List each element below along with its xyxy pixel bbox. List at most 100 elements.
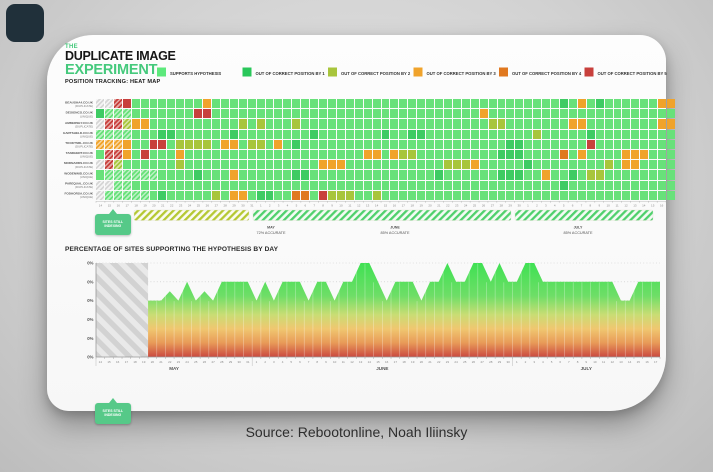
heatmap-cell xyxy=(346,160,354,169)
heatmap-cell xyxy=(444,181,452,190)
heatmap-cell xyxy=(123,99,131,108)
heatmap-cell xyxy=(614,130,622,139)
heatmap-cell xyxy=(141,150,149,159)
heatmap-cell xyxy=(105,160,113,169)
heatmap-cell xyxy=(373,150,381,159)
heatmap-cell xyxy=(364,130,372,139)
heatmap-cell xyxy=(533,99,541,108)
heatmap-cell xyxy=(399,191,407,200)
heatmap-cell xyxy=(257,119,265,128)
heatmap-cell xyxy=(408,99,416,108)
heatmap-cell xyxy=(390,140,398,149)
heatmap-cell xyxy=(667,170,675,179)
chart-day-tick: 20 xyxy=(420,360,424,364)
heatmap-cell xyxy=(614,109,622,118)
heatmap-cell xyxy=(640,191,648,200)
heatmap-cell xyxy=(266,130,274,139)
heatmap-cell xyxy=(480,150,488,159)
heatmap-cell xyxy=(158,170,166,179)
heatmap-cell xyxy=(640,109,648,118)
heatmap-cell xyxy=(355,140,363,149)
heatmap-cell xyxy=(453,160,461,169)
heatmap-cell xyxy=(453,99,461,108)
heatmap-cell xyxy=(292,181,300,190)
heatmap-row-labels: BEAUSHA4.CO.UK(DUPLICATE)DESIGNCO.CO.UK(… xyxy=(55,99,94,201)
heatmap-cell xyxy=(337,130,345,139)
heatmap-cell xyxy=(605,181,613,190)
heatmap-cell xyxy=(230,109,238,118)
row-label-variant: (UNIQUE) xyxy=(80,135,93,139)
heatmap-cell xyxy=(310,191,318,200)
heatmap-cell xyxy=(524,150,532,159)
heatmap-cell xyxy=(194,160,202,169)
heatmap-cell xyxy=(292,150,300,159)
heatmap-cell xyxy=(141,191,149,200)
heatmap-cell xyxy=(631,150,639,159)
chart-day-tick: 14 xyxy=(99,360,103,364)
heatmap-cell xyxy=(212,150,220,159)
heatmap-cell xyxy=(141,99,149,108)
heatmap-cell xyxy=(194,109,202,118)
heatmap-cell xyxy=(417,140,425,149)
heatmap-day-tick: 30 xyxy=(517,204,521,208)
heatmap-cell xyxy=(614,140,622,149)
row-label-variant: (DUPLICATE) xyxy=(75,145,93,149)
chart-day-tick: 4 xyxy=(282,360,284,364)
heatmap-cell xyxy=(221,140,229,149)
heatmap-cell xyxy=(515,109,523,118)
chart-day-tick: 19 xyxy=(411,360,415,364)
heatmap-cell xyxy=(560,150,568,159)
heatmap-cell xyxy=(310,130,318,139)
heatmap-cell xyxy=(533,160,541,169)
heatmap-cell xyxy=(560,160,568,169)
heatmap-day-tick: 14 xyxy=(375,204,379,208)
heatmap-cell xyxy=(150,119,158,128)
chart-day-tick: 6 xyxy=(299,360,301,364)
chart-day-tick: 26 xyxy=(472,360,476,364)
heatmap-day-tick: 2 xyxy=(536,204,538,208)
heatmap-day-tick: 23 xyxy=(179,204,183,208)
heatmap-cell xyxy=(587,130,595,139)
heatmap-cell xyxy=(596,99,604,108)
heatmap-cell xyxy=(123,150,131,159)
heatmap-cell xyxy=(649,140,657,149)
heatmap-cell xyxy=(221,99,229,108)
heatmap-cell xyxy=(506,119,514,128)
heatmap-cell xyxy=(524,191,532,200)
chart-day-tick: 16 xyxy=(385,360,389,364)
y-axis-tick-label: 0% xyxy=(87,355,93,360)
heatmap-day-tick: 19 xyxy=(419,204,423,208)
heatmap-cell xyxy=(649,109,657,118)
heatmap-cell xyxy=(239,119,247,128)
heatmap-cell xyxy=(471,130,479,139)
y-axis-tick-label: 20% xyxy=(87,336,94,341)
heatmap-cell xyxy=(373,191,381,200)
heatmap-cell xyxy=(587,181,595,190)
heatmap-cell xyxy=(301,119,309,128)
chart-day-tick: 26 xyxy=(203,360,207,364)
heatmap-cell xyxy=(462,99,470,108)
heatmap-cell xyxy=(408,119,416,128)
heatmap-cell xyxy=(480,99,488,108)
heatmap-cell xyxy=(605,119,613,128)
heatmap-cell xyxy=(515,99,523,108)
heatmap-cell xyxy=(158,119,166,128)
heatmap-cell xyxy=(194,99,202,108)
heatmap-cell xyxy=(667,109,675,118)
heatmap-cell xyxy=(462,191,470,200)
heatmap-cell xyxy=(203,109,211,118)
heatmap-cell xyxy=(132,140,140,149)
heatmap-cell xyxy=(292,130,300,139)
heatmap-cell xyxy=(248,130,256,139)
heatmap-cell xyxy=(158,160,166,169)
heatmap-cell xyxy=(230,130,238,139)
heatmap-cell xyxy=(462,170,470,179)
heatmap-cell xyxy=(301,181,309,190)
chart-day-tick: 20 xyxy=(151,360,155,364)
heatmap-cell xyxy=(489,119,497,128)
accuracy-value-label: 85% ACCURATE xyxy=(380,231,410,235)
heatmap-cell xyxy=(614,160,622,169)
logo-title-line1: DUPLICATE IMAGE xyxy=(65,50,176,63)
heatmap-day-tick: 6 xyxy=(572,204,574,208)
heatmap-cell xyxy=(453,109,461,118)
